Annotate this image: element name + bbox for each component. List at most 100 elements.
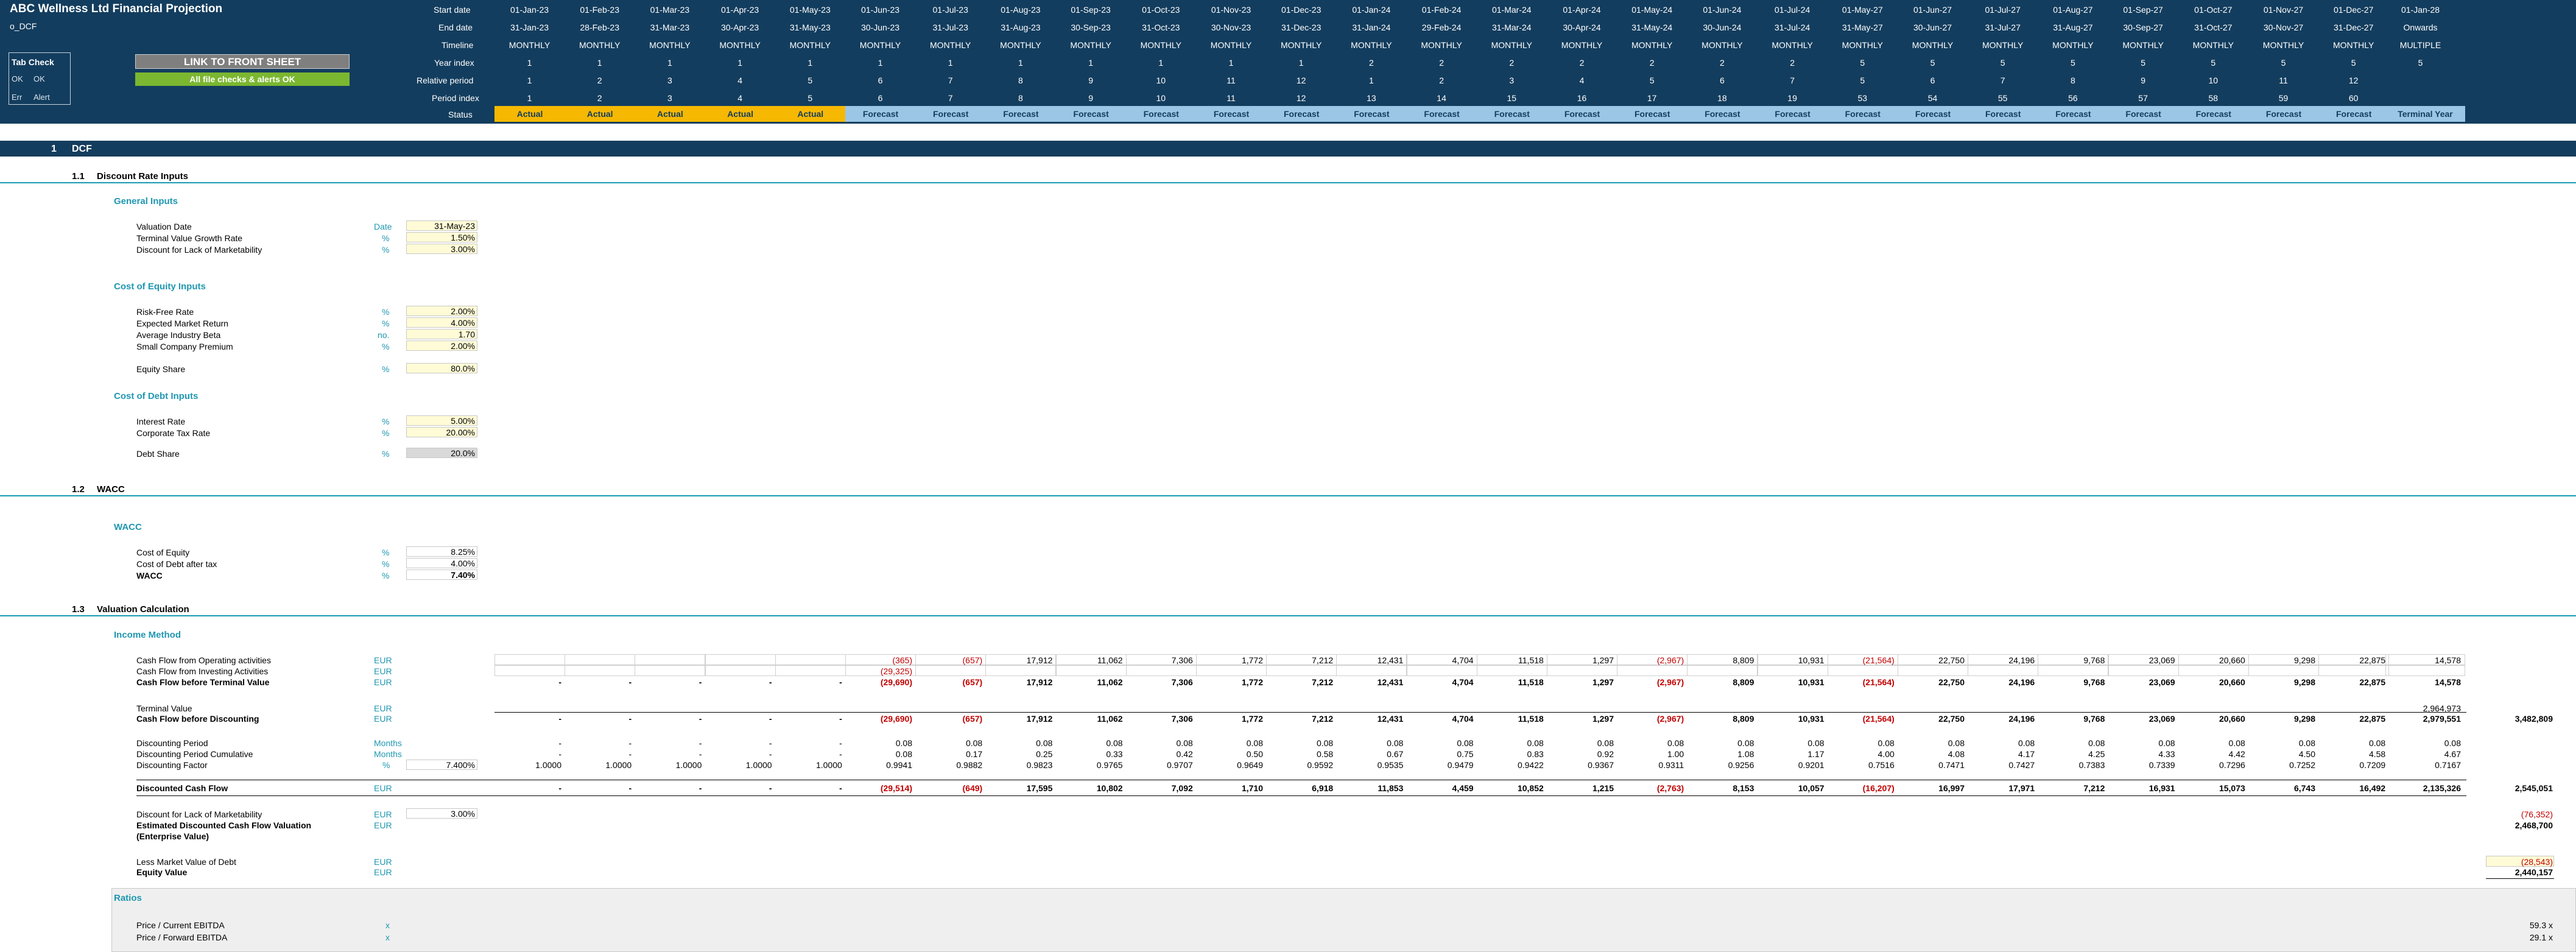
ratio-value: 59.3 x: [2529, 920, 2553, 930]
debt-share-field: 20.0%: [406, 448, 477, 458]
row-label-tv: Terminal Value: [136, 703, 192, 713]
timeline-end-cell: 31-May-24: [1631, 23, 1673, 32]
timeline-type-cell: MONTHLY: [509, 40, 551, 50]
input-grid-cell[interactable]: [775, 654, 846, 665]
row-label-cfo: Cash Flow from Operating activities: [136, 655, 271, 665]
input-grid-cell[interactable]: [1196, 665, 1267, 676]
market-return-input[interactable]: 4.00%: [406, 317, 477, 328]
timeline-end-cell: 30-Nov-23: [1211, 23, 1251, 32]
total-edcf: 2,468,700: [2514, 820, 2553, 830]
cell-df: 0.9882: [956, 760, 983, 770]
row-unit-dcf: EUR: [374, 783, 392, 793]
input-grid-cell[interactable]: [2108, 665, 2179, 676]
input-grid-cell[interactable]: [1547, 665, 1617, 676]
cell-cfbtv: 9,768: [2083, 677, 2105, 687]
input-grid-cell[interactable]: [705, 665, 776, 676]
timeline-period-cell: 12: [1296, 93, 1306, 103]
input-grid-cell[interactable]: [1406, 665, 1477, 676]
terminal-growth-input[interactable]: 1.50%: [406, 232, 477, 242]
cell-dpc: 4.17: [2018, 749, 2035, 759]
timeline-type-cell: MONTHLY: [2332, 40, 2374, 50]
input-unit: %: [382, 319, 390, 328]
timeline-relative-cell: 3: [667, 76, 672, 85]
timeline-end-cell: 31-Jul-27: [1985, 23, 2021, 32]
input-grid-cell[interactable]: [2038, 665, 2109, 676]
input-grid-cell[interactable]: [494, 654, 565, 665]
input-grid-cell[interactable]: [2385, 665, 2465, 676]
input-grid-cell[interactable]: [1827, 665, 1898, 676]
input-grid-cell[interactable]: [705, 654, 776, 665]
timeline-relative-cell: 6: [1930, 76, 1935, 85]
input-grid-cell[interactable]: [775, 665, 846, 676]
timeline-year-cell: 5: [2351, 58, 2356, 68]
input-grid-cell[interactable]: [565, 654, 636, 665]
cell-cfbtv: 11,518: [1518, 677, 1544, 687]
input-grid-cell[interactable]: [2178, 665, 2249, 676]
cell-df: 0.9201: [1798, 760, 1825, 770]
interest-rate-input[interactable]: 5.00%: [406, 415, 477, 426]
group-cost-of-equity: Cost of Equity Inputs: [114, 281, 206, 292]
cell-dpc: 0.92: [1597, 749, 1614, 759]
valuation-date-input[interactable]: 31-May-23: [406, 220, 477, 231]
timeline-relative-cell: 6: [1719, 76, 1725, 85]
input-grid-cell[interactable]: [1125, 665, 1197, 676]
timeline-relative-cell: 12: [1296, 76, 1306, 85]
input-grid-cell[interactable]: [985, 665, 1057, 676]
tab-check-title: Tab Check: [12, 57, 54, 67]
input-grid-cell[interactable]: [1476, 665, 1547, 676]
input-grid-cell[interactable]: [2318, 665, 2390, 676]
cell-cfo: 22,750: [1938, 655, 1965, 665]
cell-dpc: 0.50: [1246, 749, 1263, 759]
timeline-start-cell: 01-Jun-27: [1913, 5, 1952, 15]
section-title: DCF: [72, 144, 92, 154]
cell-cfbd: (2,967): [1656, 714, 1684, 724]
cell-dpc: -: [628, 749, 632, 759]
status-cell: Forecast: [1266, 106, 1337, 122]
link-to-front-sheet-button[interactable]: LINK TO FRONT SHEET: [135, 54, 350, 69]
cell-df: 1.0000: [745, 760, 772, 770]
input-grid-cell[interactable]: [1687, 665, 1758, 676]
input-grid-cell[interactable]: [565, 665, 636, 676]
cell-cfbtv: 20,660: [2219, 677, 2245, 687]
cell-dp: -: [628, 738, 632, 748]
input-grid-cell[interactable]: [1617, 665, 1688, 676]
timeline-period-cell: 11: [1226, 93, 1236, 103]
input-unit: %: [382, 364, 390, 374]
tax-rate-input[interactable]: 20.00%: [406, 427, 477, 437]
cell-cfbd: 22,750: [1938, 714, 1965, 724]
timeline-type-cell: MONTHLY: [929, 40, 971, 50]
cell-dcf: (29,514): [880, 783, 912, 793]
cell-cfbtv: 7,306: [1171, 677, 1193, 687]
input-grid-cell[interactable]: [2248, 665, 2319, 676]
row-label-cfbtv: Cash Flow before Terminal Value: [136, 677, 270, 687]
cell-cfo: (657): [962, 655, 983, 665]
input-grid-cell[interactable]: [1336, 665, 1407, 676]
input-grid-cell[interactable]: [1055, 665, 1127, 676]
risk-free-rate-input[interactable]: 2.00%: [406, 306, 477, 316]
row-unit-cfi: EUR: [374, 666, 392, 676]
cell-cfbd: -: [769, 714, 772, 724]
cell-cfbd: 24,196: [2008, 714, 2035, 724]
row-label-debt: Less Market Value of Debt: [136, 857, 236, 867]
dlom-input[interactable]: 3.00%: [406, 244, 477, 254]
cell-dpc: -: [558, 749, 561, 759]
small-company-premium-input[interactable]: 2.00%: [406, 340, 477, 351]
input-grid-cell[interactable]: [915, 665, 987, 676]
timeline-start-cell: 01-May-24: [1631, 5, 1673, 15]
input-grid-cell[interactable]: [1757, 665, 1828, 676]
cell-cfbtv: 24,196: [2008, 677, 2035, 687]
cell-dcf: 7,092: [1171, 783, 1193, 793]
cell-dpc: 0.42: [1176, 749, 1193, 759]
input-grid-cell[interactable]: [1968, 665, 2039, 676]
equity-share-input[interactable]: 80.0%: [406, 363, 477, 373]
input-grid-cell[interactable]: [1898, 665, 1968, 676]
row-label-end-date: End date: [438, 23, 473, 32]
input-grid-cell[interactable]: [494, 665, 565, 676]
input-grid-cell[interactable]: [635, 654, 706, 665]
input-grid-cell[interactable]: [635, 665, 706, 676]
input-grid-cell[interactable]: [1266, 665, 1337, 676]
timeline-end-cell: 31-Jul-23: [932, 23, 968, 32]
beta-input[interactable]: 1.70: [406, 329, 477, 339]
cell-dp: 0.08: [2368, 738, 2386, 748]
timeline-end-cell: 30-Sep-27: [2123, 23, 2163, 32]
